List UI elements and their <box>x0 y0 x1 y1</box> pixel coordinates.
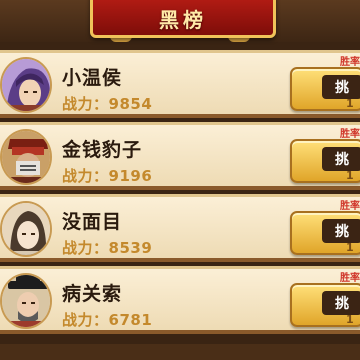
avatar <box>0 201 52 257</box>
player-name: 金钱豹子 <box>62 139 143 161</box>
power-value: 9196 <box>108 167 153 185</box>
challenge-count: 1 <box>346 97 354 110</box>
power-label: 战力： <box>62 95 109 113</box>
combat-power: 战力：8539 <box>62 237 152 258</box>
avatar-black-hat-icon <box>2 275 50 327</box>
bottom-border <box>0 344 360 360</box>
avatar <box>0 57 52 113</box>
combat-power: 战力：9854 <box>62 93 152 114</box>
challenge-count: 1 <box>346 313 354 326</box>
list-item: 小温侯 战力：9854 胜率 挑 1 <box>0 50 360 118</box>
player-name: 病关索 <box>62 283 123 305</box>
list-item: 金钱豹子 战力：9196 胜率 挑 1 <box>0 122 360 190</box>
challenge-label: 挑 <box>322 75 360 99</box>
avatar <box>0 129 52 185</box>
power-label: 战力： <box>62 167 109 185</box>
avatar <box>0 273 52 329</box>
challenge-button[interactable]: 挑 1 <box>290 139 360 183</box>
player-name: 没面目 <box>62 211 123 233</box>
avatar-masked-warrior-icon <box>2 131 50 183</box>
avatar-pale-scholar-icon <box>2 203 50 255</box>
winrate-label: 胜率 <box>340 129 360 140</box>
power-value: 8539 <box>108 239 153 257</box>
challenge-button[interactable]: 挑 1 <box>290 67 360 111</box>
title-plaque: 黑榜 <box>90 0 276 38</box>
challenge-button[interactable]: 挑 1 <box>290 211 360 255</box>
challenge-label: 挑 <box>322 147 360 171</box>
combat-power: 战力：6781 <box>62 309 152 330</box>
winrate-label: 胜率 <box>340 273 360 284</box>
challenge-button[interactable]: 挑 1 <box>290 283 360 327</box>
player-name: 小温侯 <box>62 67 123 89</box>
page-title: 黑榜 <box>159 7 207 32</box>
challenge-label: 挑 <box>322 291 360 315</box>
power-value: 9854 <box>108 95 153 113</box>
power-label: 战力： <box>62 239 109 257</box>
list-item: 没面目 战力：8539 胜率 挑 1 <box>0 194 360 262</box>
winrate-label: 胜率 <box>340 57 360 68</box>
list-item: 病关索 战力：6781 胜率 挑 1 <box>0 266 360 334</box>
top-bar: 黑榜 <box>0 0 360 42</box>
challenge-count: 1 <box>346 241 354 254</box>
challenge-label: 挑 <box>322 219 360 243</box>
challenge-count: 1 <box>346 169 354 182</box>
avatar-purple-hair-icon <box>2 59 50 111</box>
power-label: 战力： <box>62 311 109 329</box>
power-value: 6781 <box>108 311 153 329</box>
combat-power: 战力：9196 <box>62 165 152 186</box>
winrate-label: 胜率 <box>340 201 360 212</box>
